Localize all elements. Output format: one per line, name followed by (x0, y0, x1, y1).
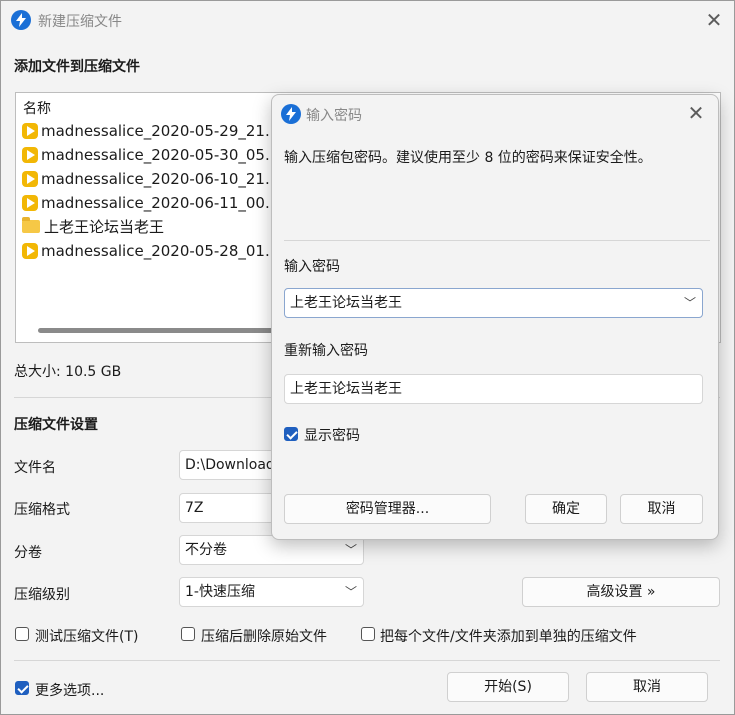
app-logo-icon (11, 10, 31, 30)
ok-button[interactable]: 确定 (525, 494, 607, 524)
list-item[interactable]: madnessalice_2020-06-11_00.m (22, 192, 284, 214)
cancel-button[interactable]: 取消 (586, 672, 708, 702)
password-manager-button[interactable]: 密码管理器... (284, 494, 491, 524)
volume-label: 分卷 (14, 545, 42, 561)
format-label: 压缩格式 (14, 502, 70, 518)
password-input[interactable]: 上老王论坛当老王 ﹀ (284, 288, 703, 318)
more-options-label[interactable]: 更多选项... (35, 680, 104, 700)
total-size: 总大小: 10.5 GB (14, 364, 122, 380)
level-select[interactable]: 1-快速压缩 ﹀ (179, 577, 364, 607)
separate-archives-checkbox[interactable] (361, 627, 375, 641)
divider (14, 660, 720, 661)
list-item[interactable]: madnessalice_2020-06-10_21.m (22, 168, 284, 190)
delete-originals-label[interactable]: 压缩后删除原始文件 (201, 626, 327, 646)
media-file-icon (22, 243, 38, 259)
chevron-down-icon: ﹀ (344, 585, 357, 599)
close-icon[interactable]: ✕ (702, 10, 726, 30)
level-label: 压缩级别 (14, 587, 70, 603)
password-dialog: 输入密码 ✕ 输入压缩包密码。建议使用至少 8 位的密码来保证安全性。 输入密码… (271, 94, 719, 540)
close-icon[interactable]: ✕ (684, 103, 708, 123)
list-item[interactable]: 上老王论坛当老王 (22, 216, 164, 238)
show-password-checkbox[interactable] (284, 427, 298, 441)
dialog-description: 输入压缩包密码。建议使用至少 8 位的密码来保证安全性。 (284, 150, 652, 166)
folder-icon (22, 217, 40, 233)
start-button[interactable]: 开始(S) (447, 672, 569, 702)
media-file-icon (22, 123, 38, 139)
test-archive-checkbox[interactable] (15, 627, 29, 641)
app-logo-icon (281, 104, 301, 124)
dialog-cancel-button[interactable]: 取消 (620, 494, 703, 524)
window-title: 新建压缩文件 (38, 14, 122, 30)
list-item[interactable]: madnessalice_2020-05-30_05.m (22, 144, 284, 166)
password-label: 输入密码 (284, 259, 340, 275)
list-item[interactable]: madnessalice_2020-05-29_21.m (22, 120, 284, 142)
dialog-title: 输入密码 (306, 108, 362, 124)
media-file-icon (22, 147, 38, 163)
settings-heading: 压缩文件设置 (14, 417, 98, 433)
horizontal-scrollbar[interactable] (38, 328, 278, 333)
chevron-down-icon: ﹀ (344, 543, 357, 557)
list-header-name: 名称 (23, 101, 51, 117)
delete-originals-checkbox[interactable] (181, 627, 195, 641)
list-item[interactable]: madnessalice_2020-05-28_01.m (22, 240, 284, 262)
filename-label: 文件名 (14, 460, 56, 476)
add-files-heading: 添加文件到压缩文件 (14, 59, 140, 75)
advanced-settings-button[interactable]: 高级设置 » (522, 577, 720, 607)
test-archive-label[interactable]: 测试压缩文件(T) (35, 626, 138, 646)
more-options-checkbox[interactable] (15, 681, 29, 695)
title-bar: 新建压缩文件 ✕ (1, 1, 734, 39)
show-password-label[interactable]: 显示密码 (304, 425, 360, 445)
media-file-icon (22, 195, 38, 211)
separate-archives-label[interactable]: 把每个文件/文件夹添加到单独的压缩文件 (380, 626, 637, 646)
chevron-down-icon[interactable]: ﹀ (684, 289, 696, 317)
divider (284, 240, 710, 241)
reenter-password-input[interactable]: 上老王论坛当老王 (284, 374, 703, 404)
reenter-password-label: 重新输入密码 (284, 343, 368, 359)
media-file-icon (22, 171, 38, 187)
